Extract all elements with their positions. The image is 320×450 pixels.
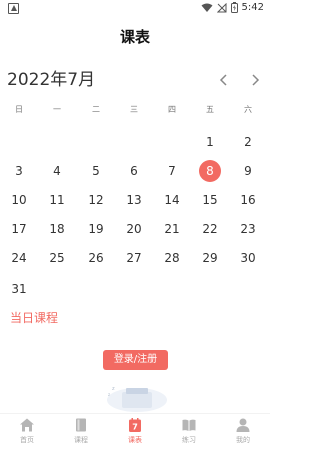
weekday-label: 六 xyxy=(244,105,252,114)
tab-practice[interactable]: 练习 xyxy=(169,417,209,445)
weekday-label: 四 xyxy=(168,105,176,114)
weekday-label: 二 xyxy=(92,105,100,114)
calendar-day[interactable]: 7 xyxy=(161,160,183,182)
calendar-day[interactable]: 1 xyxy=(199,131,221,153)
calendar-day[interactable]: 18 xyxy=(46,218,68,240)
svg-text:z: z xyxy=(108,392,110,397)
empty-state-illustration: z z xyxy=(107,386,167,412)
today-courses-title: 当日课程 xyxy=(10,311,59,325)
calendar-day[interactable]: 11 xyxy=(46,189,68,211)
bottom-tab-bar: 首页 课程 7 课表 练习 我的 xyxy=(0,413,270,450)
calendar-day[interactable]: 3 xyxy=(8,160,30,182)
calendar-day[interactable]: 6 xyxy=(123,160,145,182)
calendar-day[interactable]: 27 xyxy=(123,247,145,269)
weekday-label: 一 xyxy=(53,105,61,114)
page-title: 课表 xyxy=(119,28,150,46)
calendar-day[interactable]: 29 xyxy=(199,247,221,269)
tab-profile-label: 我的 xyxy=(236,436,250,444)
calendar-day[interactable]: 22 xyxy=(199,218,221,240)
weekday-label: 五 xyxy=(206,105,214,114)
calendar-day[interactable]: 5 xyxy=(85,160,107,182)
no-signal-icon xyxy=(216,2,227,12)
app-notification-icon xyxy=(8,3,19,14)
calendar-day[interactable]: 24 xyxy=(8,247,30,269)
calendar-day[interactable]: 4 xyxy=(46,160,68,182)
tab-schedule[interactable]: 7 课表 xyxy=(115,417,155,445)
person-icon xyxy=(236,418,250,432)
calendar-day[interactable]: 20 xyxy=(123,218,145,240)
tab-home[interactable]: 首页 xyxy=(7,417,47,445)
svg-text:z: z xyxy=(112,386,115,392)
calendar-day[interactable]: 17 xyxy=(8,218,30,240)
tab-courses-label: 课程 xyxy=(74,436,88,444)
calendar-day[interactable]: 14 xyxy=(161,189,183,211)
calendar-grid: 1 2 3 4 5 6 7 8 9 10 11 12 13 14 15 16 17 18 19 20 21 22 23 24 2… xyxy=(0,128,270,304)
calendar-day[interactable]: 31 xyxy=(8,278,30,300)
calendar-day[interactable]: 2 xyxy=(237,131,259,153)
calendar-day[interactable]: 30 xyxy=(237,247,259,269)
wifi-icon xyxy=(201,3,213,12)
weekday-label: 日 xyxy=(15,105,23,114)
status-time: 5:42 xyxy=(241,2,264,13)
calendar-day[interactable]: 21 xyxy=(161,218,183,240)
calendar-day[interactable]: 26 xyxy=(85,247,107,269)
calendar-day[interactable]: 15 xyxy=(199,189,221,211)
status-bar: 5:42 xyxy=(0,0,270,18)
calendar-day[interactable]: 23 xyxy=(237,218,259,240)
tab-profile[interactable]: 我的 xyxy=(223,417,263,445)
status-icons: 5:42 xyxy=(201,2,264,13)
battery-icon xyxy=(230,2,238,13)
tab-home-label: 首页 xyxy=(20,436,34,444)
weekday-label: 三 xyxy=(130,105,138,114)
home-icon xyxy=(20,418,34,432)
chevron-right-icon[interactable] xyxy=(247,72,263,88)
weekday-header: 日一二三四五六 xyxy=(0,104,270,120)
calendar-day[interactable]: 28 xyxy=(161,247,183,269)
calendar-badge: 7 xyxy=(132,423,138,432)
calendar-icon: 7 xyxy=(129,418,141,432)
calendar-day[interactable]: 9 xyxy=(237,160,259,182)
open-book-icon xyxy=(182,419,196,431)
book-icon xyxy=(76,418,86,432)
tab-practice-label: 练习 xyxy=(182,436,196,444)
month-row: 2022年7月 xyxy=(0,66,270,94)
calendar-day[interactable]: 19 xyxy=(85,218,107,240)
calendar-day[interactable]: 13 xyxy=(123,189,145,211)
calendar-day[interactable]: 12 xyxy=(85,189,107,211)
login-register-button[interactable]: 登录/注册 xyxy=(103,350,168,370)
tab-schedule-label: 课表 xyxy=(128,436,142,444)
month-label: 2022年7月 xyxy=(7,70,96,90)
calendar-day-selected[interactable]: 8 xyxy=(199,160,221,182)
tab-courses[interactable]: 课程 xyxy=(61,417,101,445)
calendar-day[interactable]: 25 xyxy=(46,247,68,269)
chevron-left-icon[interactable] xyxy=(216,72,232,88)
title-bar: 课表 xyxy=(0,22,270,52)
calendar-day[interactable]: 10 xyxy=(8,189,30,211)
calendar-day[interactable]: 16 xyxy=(237,189,259,211)
